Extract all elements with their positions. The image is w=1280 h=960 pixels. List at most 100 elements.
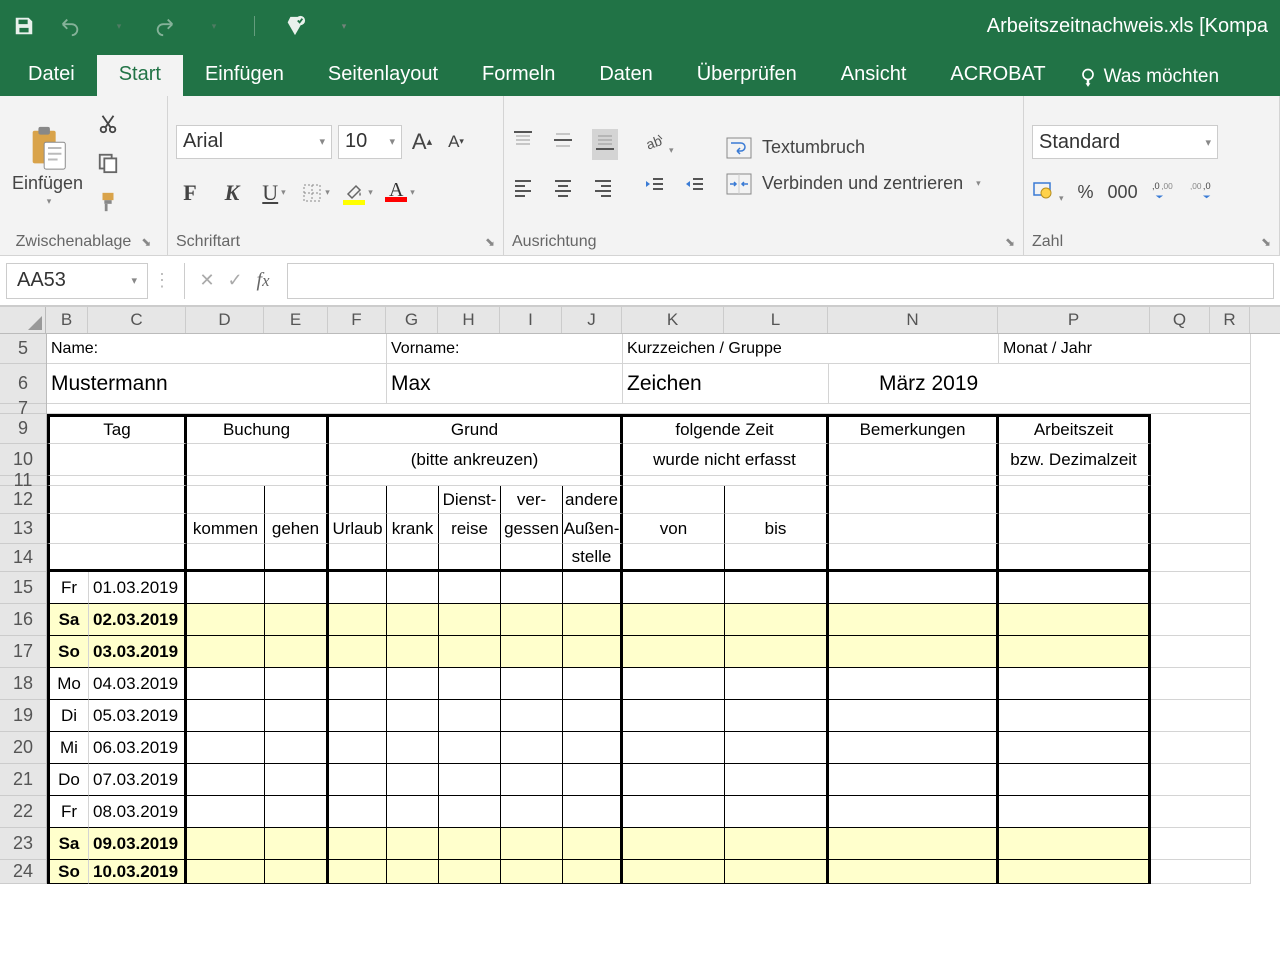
row-header[interactable]: 14 [0, 544, 46, 572]
increase-indent-icon[interactable] [684, 174, 706, 201]
svg-text:,0: ,0 [1203, 181, 1211, 191]
row-header[interactable]: 19 [0, 700, 46, 732]
merge-center-button[interactable]: Verbinden und zentrieren▾ [726, 173, 981, 195]
borders-button[interactable]: ▾ [302, 179, 330, 207]
touch-mode-icon[interactable] [283, 14, 307, 38]
fill-color-button[interactable]: ▾ [344, 179, 372, 207]
tab-formeln[interactable]: Formeln [460, 55, 577, 96]
tab-einfuegen[interactable]: Einfügen [183, 55, 306, 96]
row-header[interactable]: 16 [0, 604, 46, 636]
tab-daten[interactable]: Daten [577, 55, 674, 96]
column-header[interactable]: G [386, 307, 438, 333]
formula-input[interactable] [287, 263, 1274, 299]
undo-caret-icon[interactable]: ▾ [107, 14, 131, 38]
redo-icon[interactable] [153, 14, 177, 38]
font-size-combo[interactable]: 10▾ [338, 125, 402, 159]
align-middle-icon[interactable] [552, 129, 574, 160]
column-header[interactable]: B [46, 307, 88, 333]
tab-start[interactable]: Start [97, 55, 183, 96]
row-header[interactable]: 21 [0, 764, 46, 796]
column-header[interactable]: N [828, 307, 998, 333]
bold-button[interactable]: F [176, 179, 204, 207]
decrease-indent-icon[interactable] [644, 174, 666, 201]
align-right-icon[interactable] [592, 176, 614, 203]
increase-decimal-icon[interactable]: ,0,00 [1152, 179, 1176, 206]
column-header[interactable]: C [88, 307, 186, 333]
font-launcher-icon[interactable]: ⬊ [485, 235, 495, 249]
wrap-text-button[interactable]: Textumbruch [726, 137, 981, 159]
ribbon: Einfügen ▾ Zwischenablage ⬊ Arial▾ 10▾ A… [0, 96, 1280, 256]
column-header[interactable]: D [186, 307, 264, 333]
increase-font-icon[interactable]: A▴ [408, 128, 436, 156]
column-header[interactable]: Q [1150, 307, 1210, 333]
save-icon[interactable] [12, 14, 36, 38]
enter-formula-icon[interactable]: ✓ [221, 267, 249, 295]
align-center-icon[interactable] [552, 176, 574, 203]
row-header[interactable]: 7 [0, 404, 46, 414]
tab-seitenlayout[interactable]: Seitenlayout [306, 55, 460, 96]
insert-function-icon[interactable]: fx [249, 267, 277, 295]
copy-icon[interactable] [97, 152, 119, 179]
align-top-icon[interactable] [512, 129, 534, 160]
paste-button[interactable]: Einfügen ▾ [8, 125, 87, 207]
accounting-format-button[interactable]: ▾ [1032, 179, 1064, 206]
align-bottom-icon[interactable] [592, 129, 618, 160]
font-color-button[interactable]: A▾ [386, 179, 414, 207]
undo-icon[interactable] [58, 14, 82, 38]
cancel-formula-icon[interactable]: ✕ [193, 267, 221, 295]
align-left-icon[interactable] [512, 176, 534, 203]
cut-icon[interactable] [97, 113, 119, 140]
row-header[interactable]: 11 [0, 476, 46, 486]
row-header[interactable]: 17 [0, 636, 46, 668]
paste-caret-icon[interactable]: ▾ [47, 196, 52, 207]
title-bar: ▾ ▾ ▾ Arbeitszeitnachweis.xls [Kompa [0, 0, 1280, 52]
row-header[interactable]: 12 [0, 486, 46, 514]
comma-style-button[interactable]: 000 [1108, 182, 1138, 203]
column-header[interactable]: I [500, 307, 562, 333]
clipboard-launcher-icon[interactable]: ⬊ [141, 235, 151, 249]
tab-ansicht[interactable]: Ansicht [819, 55, 929, 96]
svg-text:ab: ab [644, 132, 664, 152]
redo-caret-icon[interactable]: ▾ [202, 14, 226, 38]
row-header[interactable]: 5 [0, 334, 46, 364]
paste-label: Einfügen [12, 173, 83, 194]
number-launcher-icon[interactable]: ⬊ [1261, 235, 1271, 249]
decrease-font-icon[interactable]: A▾ [442, 128, 470, 156]
alignment-launcher-icon[interactable]: ⬊ [1005, 235, 1015, 249]
column-header[interactable]: R [1210, 307, 1250, 333]
spreadsheet-grid[interactable]: BCDEFGHIJKLNPQR5679101112131415161718192… [0, 306, 1280, 884]
tab-ueberpruefen[interactable]: Überprüfen [675, 55, 819, 96]
font-group-label: Schriftart [176, 233, 240, 251]
column-header[interactable]: L [724, 307, 828, 333]
row-header[interactable]: 15 [0, 572, 46, 604]
column-header[interactable]: P [998, 307, 1150, 333]
column-header[interactable]: F [328, 307, 386, 333]
column-header[interactable]: J [562, 307, 622, 333]
namebox-expand-icon[interactable]: ⋮ [148, 267, 176, 295]
tab-datei[interactable]: Datei [6, 55, 97, 96]
tell-me-search[interactable]: Was möchten [1068, 58, 1229, 96]
format-painter-icon[interactable] [97, 191, 119, 218]
decrease-decimal-icon[interactable]: ,00,0 [1190, 179, 1214, 206]
row-header[interactable]: 13 [0, 514, 46, 544]
row-header[interactable]: 9 [0, 414, 46, 444]
number-format-combo[interactable]: Standard▾ [1032, 125, 1218, 159]
row-header[interactable]: 22 [0, 796, 46, 828]
underline-button[interactable]: U▾ [260, 179, 288, 207]
percent-button[interactable]: % [1078, 182, 1094, 203]
row-header[interactable]: 23 [0, 828, 46, 860]
italic-button[interactable]: K [218, 179, 246, 207]
orientation-button[interactable]: ab▾ [644, 131, 674, 158]
column-header[interactable]: K [622, 307, 724, 333]
column-header[interactable]: H [438, 307, 500, 333]
qat-customize-caret-icon[interactable]: ▾ [332, 14, 356, 38]
name-box[interactable]: AA53▾ [6, 263, 148, 299]
select-all-corner[interactable] [0, 307, 46, 333]
clipboard-group-label: Zwischenablage [16, 233, 132, 251]
row-header[interactable]: 24 [0, 860, 46, 884]
tab-acrobat[interactable]: ACROBAT [928, 55, 1067, 96]
row-header[interactable]: 18 [0, 668, 46, 700]
column-header[interactable]: E [264, 307, 328, 333]
font-name-combo[interactable]: Arial▾ [176, 125, 332, 159]
row-header[interactable]: 20 [0, 732, 46, 764]
